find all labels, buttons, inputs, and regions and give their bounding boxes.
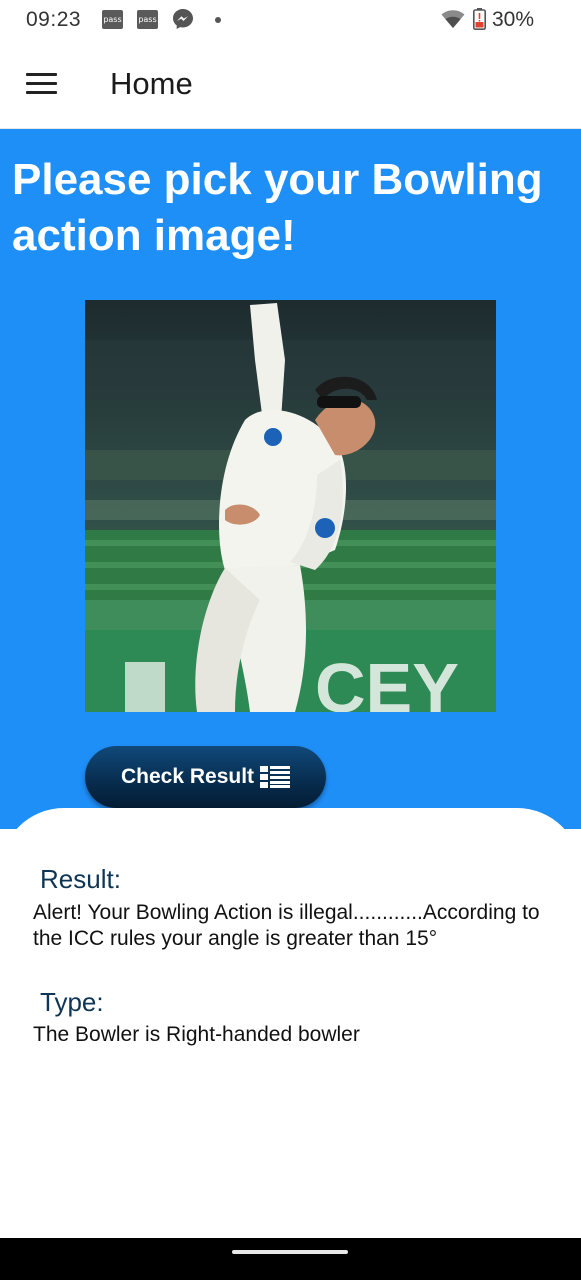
app-bar: Home — [0, 40, 581, 129]
page-headline: Please pick your Bowling action image! — [12, 155, 543, 260]
result-text: Alert! Your Bowling Action is illegal...… — [33, 901, 540, 950]
messenger-icon — [173, 9, 193, 29]
app-bar-title: Home — [110, 66, 193, 101]
home-gesture-handle[interactable] — [232, 1250, 348, 1254]
check-result-button[interactable]: Check Result — [85, 746, 326, 808]
battery-icon — [473, 8, 486, 30]
svg-text:CEY: CEY — [315, 649, 459, 712]
bowler-photo-illustration: CEY — [85, 300, 496, 712]
list-icon — [260, 766, 290, 788]
navigation-bar — [0, 1238, 581, 1280]
type-text: The Bowler is Right-handed bowler — [33, 1023, 360, 1046]
type-heading: Type: — [40, 987, 104, 1017]
status-time: 09:23 — [26, 8, 82, 31]
pass-notification-icon: pass — [102, 10, 123, 29]
result-heading: Result: — [40, 864, 121, 894]
more-notifications-dot-icon — [215, 17, 221, 23]
battery-percentage: 30% — [492, 8, 535, 31]
bowling-action-image[interactable]: CEY — [85, 300, 496, 712]
app-screen: 09:23 pass pass 30% Home Please pick you… — [0, 0, 581, 1280]
pass-notification-icon: pass — [137, 10, 158, 29]
check-result-label: Check Result — [121, 765, 255, 788]
wifi-icon — [441, 10, 465, 28]
hamburger-menu-icon[interactable] — [26, 73, 57, 95]
status-bar: 09:23 pass pass 30% — [0, 0, 581, 40]
